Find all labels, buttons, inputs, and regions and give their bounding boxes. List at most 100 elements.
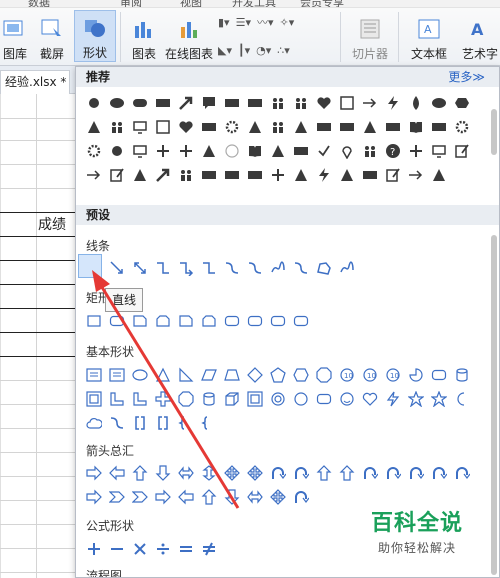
recommended-dtri-shape[interactable]: [266, 139, 289, 163]
bar-chart-small-icon[interactable]: ☰▾: [236, 16, 251, 29]
recommended-dquestion-shape[interactable]: ?: [381, 139, 404, 163]
recommended-dtri-shape[interactable]: [358, 115, 381, 139]
recommended-dpeople-shape[interactable]: [358, 139, 381, 163]
arrow-arrowU-shape[interactable]: [197, 485, 220, 509]
basic-bolt-shape[interactable]: [381, 387, 404, 411]
arrow-curve-shape[interactable]: [358, 461, 381, 485]
recommended-dcallout-shape[interactable]: [197, 91, 220, 115]
basic-can-shape[interactable]: [450, 363, 473, 387]
recommended-darrowR-shape[interactable]: [358, 91, 381, 115]
recommended-dcheck-shape[interactable]: [312, 139, 335, 163]
basic-num-shape[interactable]: 10: [381, 363, 404, 387]
basic-rtriangle-shape[interactable]: [174, 363, 197, 387]
basic-lshape-shape[interactable]: [105, 387, 128, 411]
preset-scrollbar[interactable]: [491, 235, 497, 575]
basic-textbox-shape[interactable]: [105, 363, 128, 387]
shapes-button[interactable]: 形状: [74, 10, 116, 62]
rectangle-rrect-shape[interactable]: [266, 309, 289, 333]
basic-cloud-shape[interactable]: [82, 411, 105, 435]
recommended-dot-shape[interactable]: [105, 139, 128, 163]
arrow-quad-shape[interactable]: [220, 461, 243, 485]
arrow-arrowLR-shape[interactable]: [243, 485, 266, 509]
recommended-dhex-shape[interactable]: [450, 91, 473, 115]
recommended-dcircleO-shape[interactable]: [220, 139, 243, 163]
recommended-dovalFilled-shape[interactable]: [105, 91, 128, 115]
slicer-button[interactable]: 切片器: [346, 10, 394, 62]
basic-brace-shape[interactable]: [174, 411, 197, 435]
recommended-dpeople-shape[interactable]: [266, 91, 289, 115]
recommended-dmonitor-shape[interactable]: [128, 139, 151, 163]
basic-triangle-shape[interactable]: [151, 363, 174, 387]
basic-rrect-shape[interactable]: [427, 363, 450, 387]
basic-pentagon-shape[interactable]: [266, 363, 289, 387]
line-elbow-shape[interactable]: [197, 256, 220, 280]
recommended-dtri-shape[interactable]: [289, 115, 312, 139]
textbox-button[interactable]: A 文本框: [404, 10, 454, 62]
basic-bracket-shape[interactable]: [151, 411, 174, 435]
line-shape-hover-highlight[interactable]: [78, 254, 102, 278]
scatter-chart-icon[interactable]: ∴▾: [277, 44, 290, 57]
menu-item-view[interactable]: 视图: [180, 0, 202, 7]
recommended-dmonitor-shape[interactable]: [427, 139, 450, 163]
basic-circle-shape[interactable]: [289, 387, 312, 411]
line-curved-shape[interactable]: [220, 256, 243, 280]
rectangle-rrect-shape[interactable]: [243, 309, 266, 333]
basic-can-shape[interactable]: [197, 387, 220, 411]
recommended-dheart-shape[interactable]: [174, 115, 197, 139]
rectangle-snipRect-shape[interactable]: [174, 309, 197, 333]
recommended-drect-shape[interactable]: [197, 115, 220, 139]
arrow-curve-shape[interactable]: [427, 461, 450, 485]
recommended-drect-shape[interactable]: [220, 91, 243, 115]
recommended-dtri-shape[interactable]: [243, 115, 266, 139]
basic-cube-shape[interactable]: [220, 387, 243, 411]
recommended-dplus-shape[interactable]: [404, 139, 427, 163]
equation-divide-shape[interactable]: [151, 537, 174, 561]
arrow-quad-shape[interactable]: [266, 485, 289, 509]
recommended-dpin-shape[interactable]: [335, 139, 358, 163]
stock-chart-icon[interactable]: ┃▾: [238, 44, 250, 57]
recommended-scrollbar[interactable]: [491, 109, 497, 155]
more-link[interactable]: 更多≫: [448, 67, 485, 87]
arrow-curve-shape[interactable]: [289, 461, 312, 485]
recommended-drect-shape[interactable]: [243, 163, 266, 187]
chart-button[interactable]: 图表: [128, 10, 160, 62]
recommended-dbolt-shape[interactable]: [381, 91, 404, 115]
recommended-dedit-shape[interactable]: [450, 139, 473, 163]
recommended-drect-shape[interactable]: [358, 163, 381, 187]
basic-smiley-shape[interactable]: [335, 387, 358, 411]
arrow-arrowR-shape[interactable]: [82, 485, 105, 509]
recommended-dplus-shape[interactable]: [266, 163, 289, 187]
basic-trapezoid-shape[interactable]: [220, 363, 243, 387]
arrow-arrowU-shape[interactable]: [335, 461, 358, 485]
online-chart-button[interactable]: 在线图表: [164, 10, 214, 62]
arrow-arrowU-shape[interactable]: [128, 461, 151, 485]
basic-moon-shape[interactable]: [450, 387, 473, 411]
rectangle-snip2-shape[interactable]: [197, 309, 220, 333]
rectangle-rrect-shape[interactable]: [220, 309, 243, 333]
art-text-button[interactable]: A 艺术字: [458, 10, 500, 62]
recommended-dbook-shape[interactable]: [243, 139, 266, 163]
recommended-dtri-shape[interactable]: [197, 139, 220, 163]
recommended-dpeople-shape[interactable]: [174, 163, 197, 187]
line-lineArrow-shape[interactable]: [105, 256, 128, 280]
recommended-dtri-shape[interactable]: [289, 163, 312, 187]
recommended-dpeople-shape[interactable]: [266, 115, 289, 139]
basic-donut-shape[interactable]: [266, 387, 289, 411]
recommended-dbook-shape[interactable]: [404, 115, 427, 139]
line-elbow-shape[interactable]: [151, 256, 174, 280]
line-scribble-shape[interactable]: [335, 256, 358, 280]
basic-octagon-shape[interactable]: [174, 387, 197, 411]
menu-item-developer[interactable]: 开发工具: [232, 0, 276, 7]
recommended-dtri-shape[interactable]: [128, 163, 151, 187]
basic-rrect-shape[interactable]: [312, 387, 335, 411]
arrow-arrowL-shape[interactable]: [174, 485, 197, 509]
column-chart-icon[interactable]: ▮▾: [218, 16, 230, 29]
recommended-dplus-shape[interactable]: [174, 139, 197, 163]
rectangle-snipRect-shape[interactable]: [128, 309, 151, 333]
recommended-darrowDiag-shape[interactable]: [174, 91, 197, 115]
rectangle-rect-shape[interactable]: [82, 309, 105, 333]
recommended-dgear-shape[interactable]: [220, 115, 243, 139]
recommended-drect-shape[interactable]: [312, 115, 335, 139]
screenshot-button[interactable]: 截屏: [32, 10, 72, 62]
recommended-drect-shape[interactable]: [243, 91, 266, 115]
